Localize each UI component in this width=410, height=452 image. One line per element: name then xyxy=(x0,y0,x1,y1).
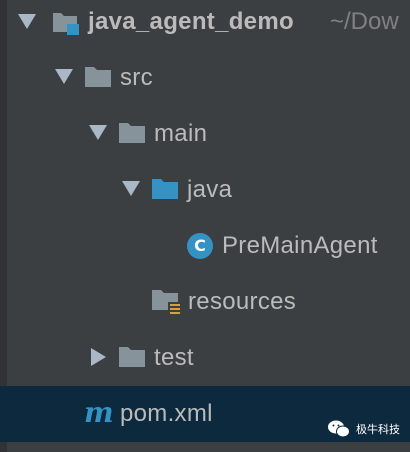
tree-label: PreMainAgent xyxy=(222,232,378,259)
project-name: java_agent_demo xyxy=(88,8,294,35)
maven-file-icon: m xyxy=(84,396,114,429)
tree-label: pom.xml xyxy=(120,400,213,427)
tree-row-premainagent[interactable]: C PreMainAgent xyxy=(0,218,410,274)
folder-icon xyxy=(85,67,111,87)
expand-arrow-icon[interactable] xyxy=(18,14,36,29)
expand-arrow-icon[interactable] xyxy=(55,69,73,84)
module-folder-icon xyxy=(52,10,80,36)
tree-row-root[interactable]: java_agent_demo ~/Dow xyxy=(0,0,410,52)
project-tree-panel: java_agent_demo ~/Dow src main java C Pr… xyxy=(0,0,410,452)
java-class-icon: C xyxy=(187,233,213,259)
wechat-logo-icon xyxy=(328,420,350,438)
tree-row-src[interactable]: src xyxy=(0,50,410,106)
tree-label: test xyxy=(154,344,194,371)
source-folder-icon xyxy=(152,179,178,199)
tree-label: resources xyxy=(188,288,297,315)
folder-icon xyxy=(119,123,145,143)
collapse-arrow-icon[interactable] xyxy=(91,348,106,366)
expand-arrow-icon[interactable] xyxy=(122,181,140,196)
tree-row-resources[interactable]: resources xyxy=(0,274,410,330)
watermark: 极牛科技 xyxy=(328,420,400,438)
tree-label: java xyxy=(187,176,233,203)
folder-icon xyxy=(119,347,145,367)
watermark-text: 极牛科技 xyxy=(356,423,400,436)
tree-row-test[interactable]: test xyxy=(0,330,410,386)
tree-row-main[interactable]: main xyxy=(0,106,410,162)
project-path: ~/Dow xyxy=(330,8,399,35)
expand-arrow-icon[interactable] xyxy=(89,125,107,140)
tree-label: main xyxy=(154,120,208,147)
tree-row-java[interactable]: java xyxy=(0,162,410,218)
resources-folder-icon xyxy=(152,290,182,316)
tree-label: src xyxy=(120,64,153,91)
